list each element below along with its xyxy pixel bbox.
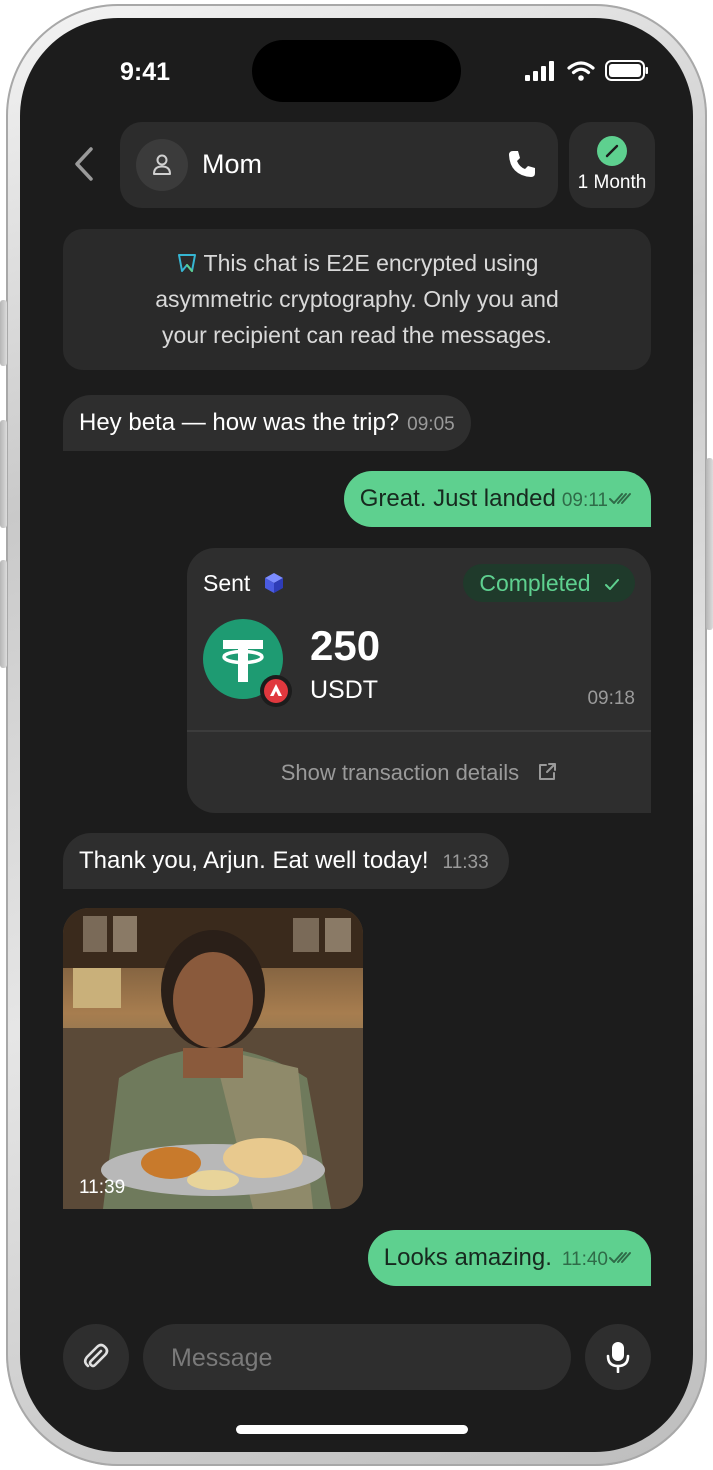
paperclip-icon [83,1343,109,1368]
encryption-notice: This chat is E2E encrypted using asymmet… [63,229,651,370]
cube-icon [264,573,283,593]
external-link-icon [539,763,557,780]
notice-line-1: This chat is E2E encrypted using [63,245,651,281]
cellular-signal-icon [525,60,554,81]
voice-message-button[interactable] [585,1324,651,1390]
volume-up-button [0,420,7,528]
back-button[interactable] [72,146,96,187]
message-text: Great. Just landed [359,485,556,512]
transaction-card[interactable]: Sent Completed 250 USDT 09:18 Show trans… [187,548,651,813]
chevron-left-icon [75,147,93,181]
check-icon [605,579,619,590]
notice-line-3: your recipient can read the messages. [162,322,552,348]
phone-icon [509,151,535,177]
transaction-label: Sent [203,570,251,596]
message-bubble-incoming[interactable]: Thank you, Arjun. Eat well today! 11:33 [63,833,509,889]
disappearing-timer-button[interactable]: 1 Month [569,122,655,208]
transaction-unit: USDT [310,676,379,704]
message-time: 11:40 [561,1249,608,1270]
message-text: Looks amazing. [383,1244,552,1271]
person-icon [153,154,171,175]
transaction-amount: 250 [310,622,381,669]
message-bubble-outgoing[interactable]: Looks amazing. 11:40 [367,1230,651,1286]
divider [187,730,651,732]
show-transaction-details-link[interactable]: Show transaction details [187,760,651,786]
status-text: Completed [479,570,591,596]
message-input[interactable] [169,1324,553,1392]
avalanche-chain-icon [260,675,292,707]
message-time: 09:11 [561,490,608,511]
wifi-icon [567,60,595,81]
volume-down-button [0,560,7,668]
message-time: 09:05 [407,414,455,435]
message-text: Hey beta — how was the trip? [79,409,400,436]
double-check-icon [609,493,631,504]
message-time: 11:33 [442,852,489,873]
contact-name: Mom [202,149,262,179]
timer-label: 1 Month [577,172,647,193]
photo-message[interactable]: 11:39 [63,908,363,1209]
notice-text-1: This chat is E2E encrypted using [203,250,539,276]
message-input-container[interactable] [143,1324,571,1392]
message-text: Thank you, Arjun. Eat well today! [79,847,429,874]
status-icons [525,60,649,81]
status-badge: Completed [463,564,635,602]
dynamic-island [252,40,461,102]
transaction-time: 09:18 [587,688,635,709]
shield-icon [177,254,196,272]
power-button [706,458,713,630]
message-bubble-incoming[interactable]: Hey beta — how was the trip? 09:05 [63,395,471,451]
photo-image [63,908,363,1209]
screen: 9:41 Mom 1 Month This chat is E2E encryp… [20,18,693,1452]
contact-header[interactable]: Mom [120,122,558,208]
details-link-text: Show transaction details [280,760,520,785]
double-check-icon [609,1252,631,1263]
battery-icon [605,60,648,81]
action-button [0,300,7,366]
avatar[interactable] [136,139,188,191]
message-bubble-outgoing[interactable]: Great. Just landed 09:11 [343,471,651,527]
status-time: 9:41 [120,58,171,86]
home-indicator [236,1425,468,1434]
attach-button[interactable] [63,1324,129,1390]
timer-icon [597,136,627,166]
photo-time: 11:39 [79,1177,126,1198]
notice-line-2: asymmetric cryptography. Only you and [155,286,559,312]
microphone-icon [606,1342,630,1373]
transaction-direction: Sent [203,570,285,597]
call-button[interactable] [506,148,538,185]
